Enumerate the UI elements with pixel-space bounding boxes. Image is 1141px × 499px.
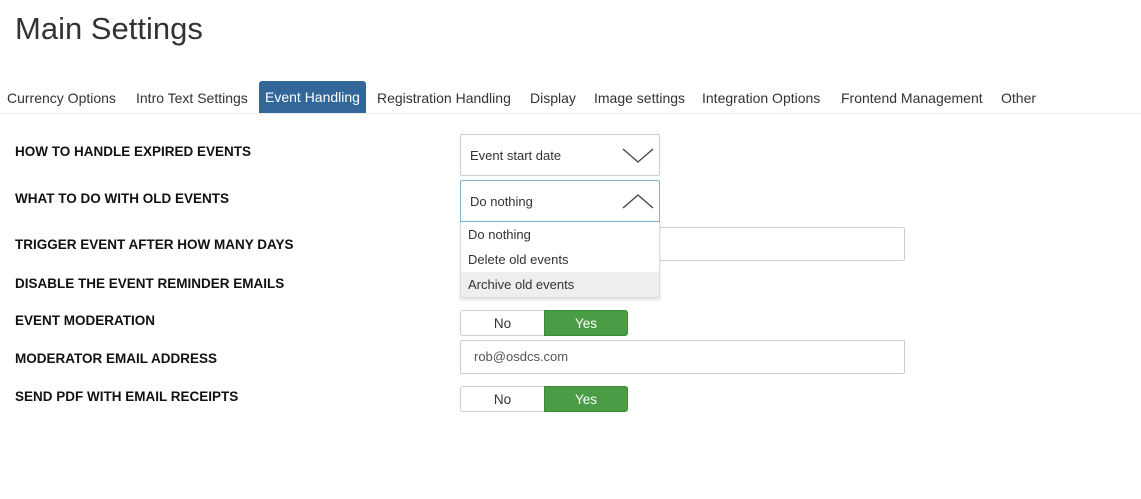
tab-frontend-management[interactable]: Frontend Management: [841, 81, 983, 113]
disable-reminders-label: DISABLE THE EVENT REMINDER EMAILS: [15, 276, 285, 291]
moderation-no-button[interactable]: No: [460, 310, 544, 336]
chevron-up-icon: [622, 194, 654, 209]
moderator-email-input[interactable]: rob@osdcs.com: [460, 340, 905, 374]
tab-currency-options[interactable]: Currency Options: [7, 81, 116, 113]
expired-events-value: Event start date: [470, 148, 562, 163]
send-pdf-no-button[interactable]: No: [460, 386, 544, 412]
expired-events-select[interactable]: Event start date: [460, 134, 660, 176]
old-events-label: WHAT TO DO WITH OLD EVENTS: [15, 191, 229, 206]
tab-display[interactable]: Display: [530, 81, 576, 113]
tab-event-handling[interactable]: Event Handling: [259, 81, 366, 113]
expired-events-label: HOW TO HANDLE EXPIRED EVENTS: [15, 144, 252, 159]
moderation-label: EVENT MODERATION: [15, 313, 156, 328]
moderation-toggle: No Yes: [460, 310, 628, 336]
chevron-down-icon: [622, 148, 654, 163]
dropdown-option-archive-old-events[interactable]: Archive old events: [461, 272, 659, 297]
old-events-dropdown: Do nothing Delete old events Archive old…: [460, 222, 660, 298]
trigger-days-label: TRIGGER EVENT AFTER HOW MANY DAYS: [15, 237, 294, 252]
old-events-select[interactable]: Do nothing: [460, 180, 660, 222]
dropdown-option-delete-old-events[interactable]: Delete old events: [461, 247, 659, 272]
moderator-email-label: MODERATOR EMAIL ADDRESS: [15, 351, 218, 366]
tab-other[interactable]: Other: [1001, 81, 1036, 113]
tab-integration-options[interactable]: Integration Options: [702, 81, 820, 113]
send-pdf-label: SEND PDF WITH EMAIL RECEIPTS: [15, 389, 239, 404]
tab-registration-handling[interactable]: Registration Handling: [377, 81, 511, 113]
page-title: Main Settings: [15, 11, 203, 46]
moderation-yes-button[interactable]: Yes: [544, 310, 628, 336]
old-events-value: Do nothing: [470, 194, 533, 209]
send-pdf-yes-button[interactable]: Yes: [544, 386, 628, 412]
settings-tabs: Currency Options Intro Text Settings Eve…: [0, 81, 1141, 114]
tab-image-settings[interactable]: Image settings: [594, 81, 685, 113]
send-pdf-toggle: No Yes: [460, 386, 628, 412]
tab-intro-text-settings[interactable]: Intro Text Settings: [136, 81, 248, 113]
dropdown-option-do-nothing[interactable]: Do nothing: [461, 222, 659, 247]
